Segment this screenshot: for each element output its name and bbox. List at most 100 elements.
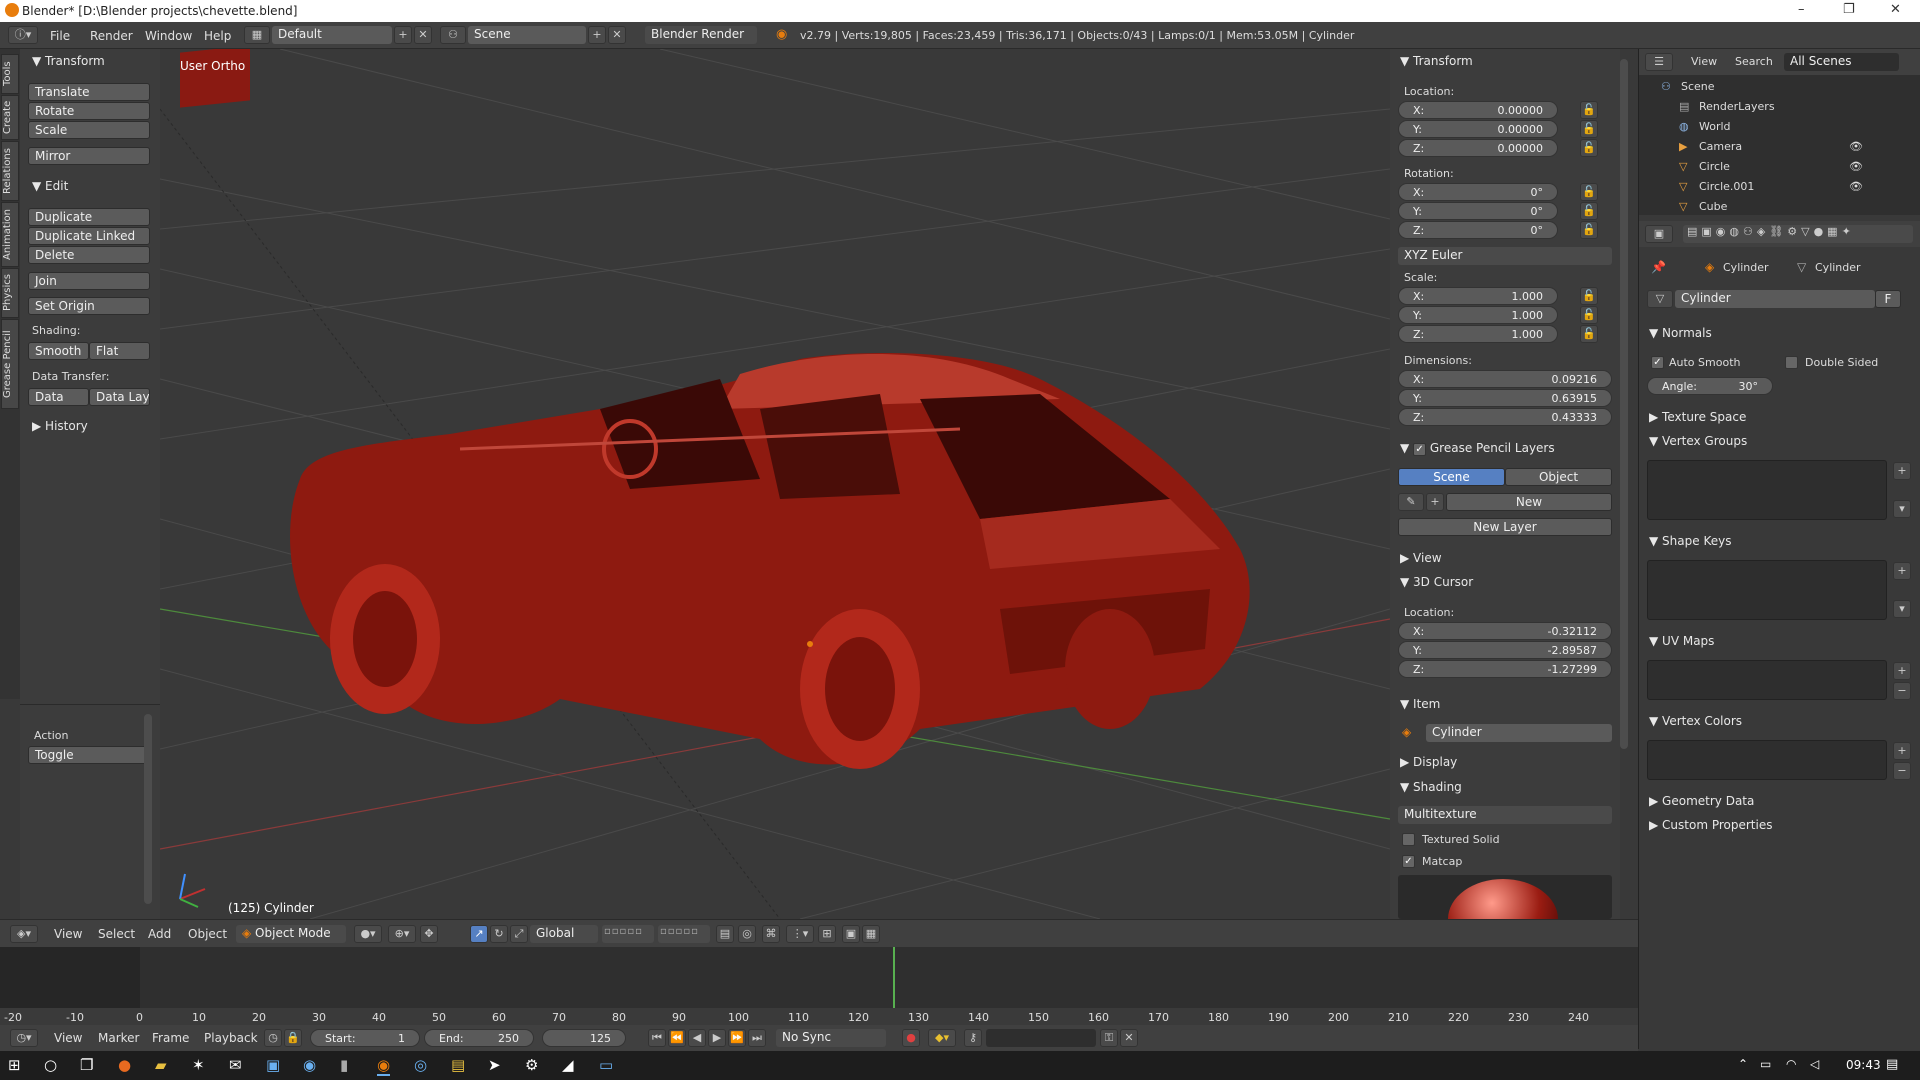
cursor-x-field[interactable]: X: -0.32112 — [1398, 622, 1612, 640]
car-model[interactable] — [290, 353, 1250, 769]
outliner-row-circle001[interactable]: ▽ Circle.001 👁 — [1639, 177, 1920, 197]
lock-loc-y-icon[interactable]: 🔓 — [1580, 120, 1598, 138]
lock-loc-x-icon[interactable]: 🔓 — [1580, 101, 1598, 119]
gp-pencil-icon[interactable]: ✎ — [1398, 493, 1424, 511]
visibility-eye-icon[interactable]: 👁 — [1849, 180, 1863, 193]
layout-field[interactable]: Default — [272, 26, 392, 44]
minimize-button[interactable]: – — [1798, 2, 1805, 17]
app5-icon[interactable]: ▭ — [599, 1056, 613, 1074]
viewport-shading-icon[interactable]: ●▾ — [354, 925, 382, 943]
scene-field[interactable]: Scene — [468, 26, 586, 44]
tray-chevron-icon[interactable]: ⌃ — [1738, 1057, 1748, 1071]
tl-menu-frame[interactable]: Frame — [152, 1031, 189, 1045]
tl-menu-view[interactable]: View — [54, 1031, 82, 1045]
tab-create[interactable]: Create — [1, 95, 19, 140]
display-header[interactable]: ▶ Display — [1400, 755, 1457, 769]
lock-camera-layers-icon[interactable]: ▤ — [716, 925, 734, 943]
translate-button[interactable]: Translate — [28, 83, 150, 101]
layer-buttons-2[interactable]: ▫▫▫▫▫ — [658, 925, 710, 943]
search-icon[interactable]: ○ — [44, 1056, 57, 1074]
shape-key-add-icon[interactable]: + — [1893, 562, 1911, 580]
manipulator-toggle-icon[interactable]: ✥ — [420, 925, 438, 943]
vp-menu-object[interactable]: Object — [188, 927, 227, 941]
screen-layout-icon[interactable]: ▦ — [244, 26, 270, 44]
add-layout-icon[interactable]: + — [394, 26, 412, 44]
normals-header[interactable]: ▼ Normals — [1649, 326, 1712, 340]
set-origin-select[interactable]: Set Origin — [28, 297, 150, 315]
vp-menu-select[interactable]: Select — [98, 927, 135, 941]
scale-x-field[interactable]: X: 1.000 — [1398, 287, 1558, 305]
cursor-z-field[interactable]: Z: -1.27299 — [1398, 660, 1612, 678]
snap-target-icon[interactable]: ⊞ — [818, 925, 836, 943]
lock-rot-y-icon[interactable]: 🔓 — [1580, 202, 1598, 220]
play-reverse-icon[interactable]: ◀ — [688, 1029, 706, 1047]
n-panel-scrollbar[interactable] — [1620, 59, 1628, 749]
prev-keyframe-icon[interactable]: ⏪ — [668, 1029, 686, 1047]
vertex-colors-list[interactable] — [1647, 740, 1887, 780]
render-engine-select[interactable]: Blender Render — [645, 26, 757, 44]
next-keyframe-icon[interactable]: ⏩ — [728, 1029, 746, 1047]
restore-button[interactable]: ❐ — [1843, 2, 1855, 17]
tab-relations[interactable]: Relations — [1, 141, 19, 201]
history-panel-header[interactable]: ▶ History — [32, 419, 88, 433]
close-button[interactable]: ✕ — [1890, 2, 1901, 17]
pin-icon[interactable]: 📌 — [1651, 260, 1666, 274]
vp-menu-add[interactable]: Add — [148, 927, 171, 941]
scale-y-field[interactable]: Y: 1.000 — [1398, 306, 1558, 324]
lock-loc-z-icon[interactable]: 🔓 — [1580, 139, 1598, 157]
tab-grease-pencil[interactable]: Grease Pencil — [1, 319, 19, 409]
notes-icon[interactable]: ▤ — [451, 1056, 465, 1074]
app3-icon[interactable]: ➤ — [488, 1056, 501, 1074]
3d-view-editor-icon[interactable]: ◈▾ — [10, 925, 38, 943]
texture-space-header[interactable]: ▶ Texture Space — [1649, 410, 1746, 424]
outliner-view-menu[interactable]: View — [1691, 55, 1717, 68]
windows-start-icon[interactable]: ⊞ — [8, 1056, 21, 1074]
rotation-y-field[interactable]: Y: 0° — [1398, 202, 1558, 220]
data-layout-button[interactable]: Data Layo — [89, 388, 150, 406]
volume-icon[interactable]: ◁ — [1810, 1057, 1819, 1071]
mesh-name-field[interactable]: Cylinder — [1675, 290, 1875, 308]
visibility-eye-icon[interactable]: 👁 — [1849, 160, 1863, 173]
tab-tools[interactable]: Tools — [1, 54, 19, 94]
auto-smooth-checkbox[interactable]: ✓ — [1651, 356, 1664, 369]
jump-start-icon[interactable]: ⏮ — [648, 1029, 666, 1047]
firefox-icon[interactable]: ● — [118, 1056, 131, 1074]
current-frame-field[interactable]: 125 — [542, 1029, 626, 1047]
gp-new-layer-button[interactable]: New Layer — [1398, 518, 1612, 536]
lock-scale-x-icon[interactable]: 🔓 — [1580, 287, 1598, 305]
3d-viewport[interactable]: User Ortho (125) Cylinder — [160, 49, 1390, 919]
tool-shelf-scrollbar[interactable] — [144, 714, 152, 904]
app-icon[interactable]: ✶ — [192, 1056, 205, 1074]
vp-menu-view[interactable]: View — [54, 927, 82, 941]
steam-icon[interactable]: ◎ — [414, 1056, 427, 1074]
menu-window[interactable]: Window — [145, 29, 192, 43]
remove-scene-icon[interactable]: ✕ — [608, 26, 626, 44]
app4-icon[interactable]: ◢ — [562, 1056, 574, 1074]
fake-user-button[interactable]: F — [1875, 290, 1901, 308]
insert-keyframe-icon[interactable]: ⚿ — [1100, 1029, 1118, 1047]
editor-type-info-icon[interactable]: ⓘ▾ — [8, 26, 38, 44]
scene-icon[interactable]: ⚇ — [440, 26, 466, 44]
jump-end-icon[interactable]: ⏭ — [748, 1029, 766, 1047]
n-view-header[interactable]: ▶ View — [1400, 551, 1442, 565]
wifi-icon[interactable]: ◠ — [1786, 1057, 1796, 1071]
render-animation-icon[interactable]: ▦ — [862, 925, 880, 943]
outliner-row-camera[interactable]: ▶ Camera 👁 — [1639, 137, 1920, 157]
file-explorer-icon[interactable]: ▰ — [155, 1056, 167, 1074]
join-button[interactable]: Join — [28, 272, 150, 290]
clock[interactable]: 09:43 — [1846, 1058, 1881, 1072]
gp-add-icon[interactable]: + — [1426, 493, 1444, 511]
geometry-data-header[interactable]: ▶ Geometry Data — [1649, 794, 1754, 808]
dimension-y-field[interactable]: Y: 0.63915 — [1398, 389, 1612, 407]
settings-icon[interactable]: ⚙ — [525, 1056, 538, 1074]
menu-render[interactable]: Render — [90, 29, 133, 43]
snap-toggle-icon[interactable]: ⌘ — [762, 925, 780, 943]
pivot-point-icon[interactable]: ⊕▾ — [388, 925, 416, 943]
3d-cursor-header[interactable]: ▼ 3D Cursor — [1400, 575, 1473, 589]
matcap-checkbox[interactable]: ✓ — [1402, 855, 1415, 868]
item-header[interactable]: ▼ Item — [1400, 697, 1440, 711]
outliner-search-menu[interactable]: Search — [1735, 55, 1773, 68]
blender-taskbar-icon[interactable]: ◉ — [377, 1056, 391, 1076]
properties-context-tabs[interactable]: ▤▣◉◍⚇◈⛓⚙▽●▦✦ — [1683, 225, 1913, 243]
duplicate-button[interactable]: Duplicate — [28, 208, 150, 226]
